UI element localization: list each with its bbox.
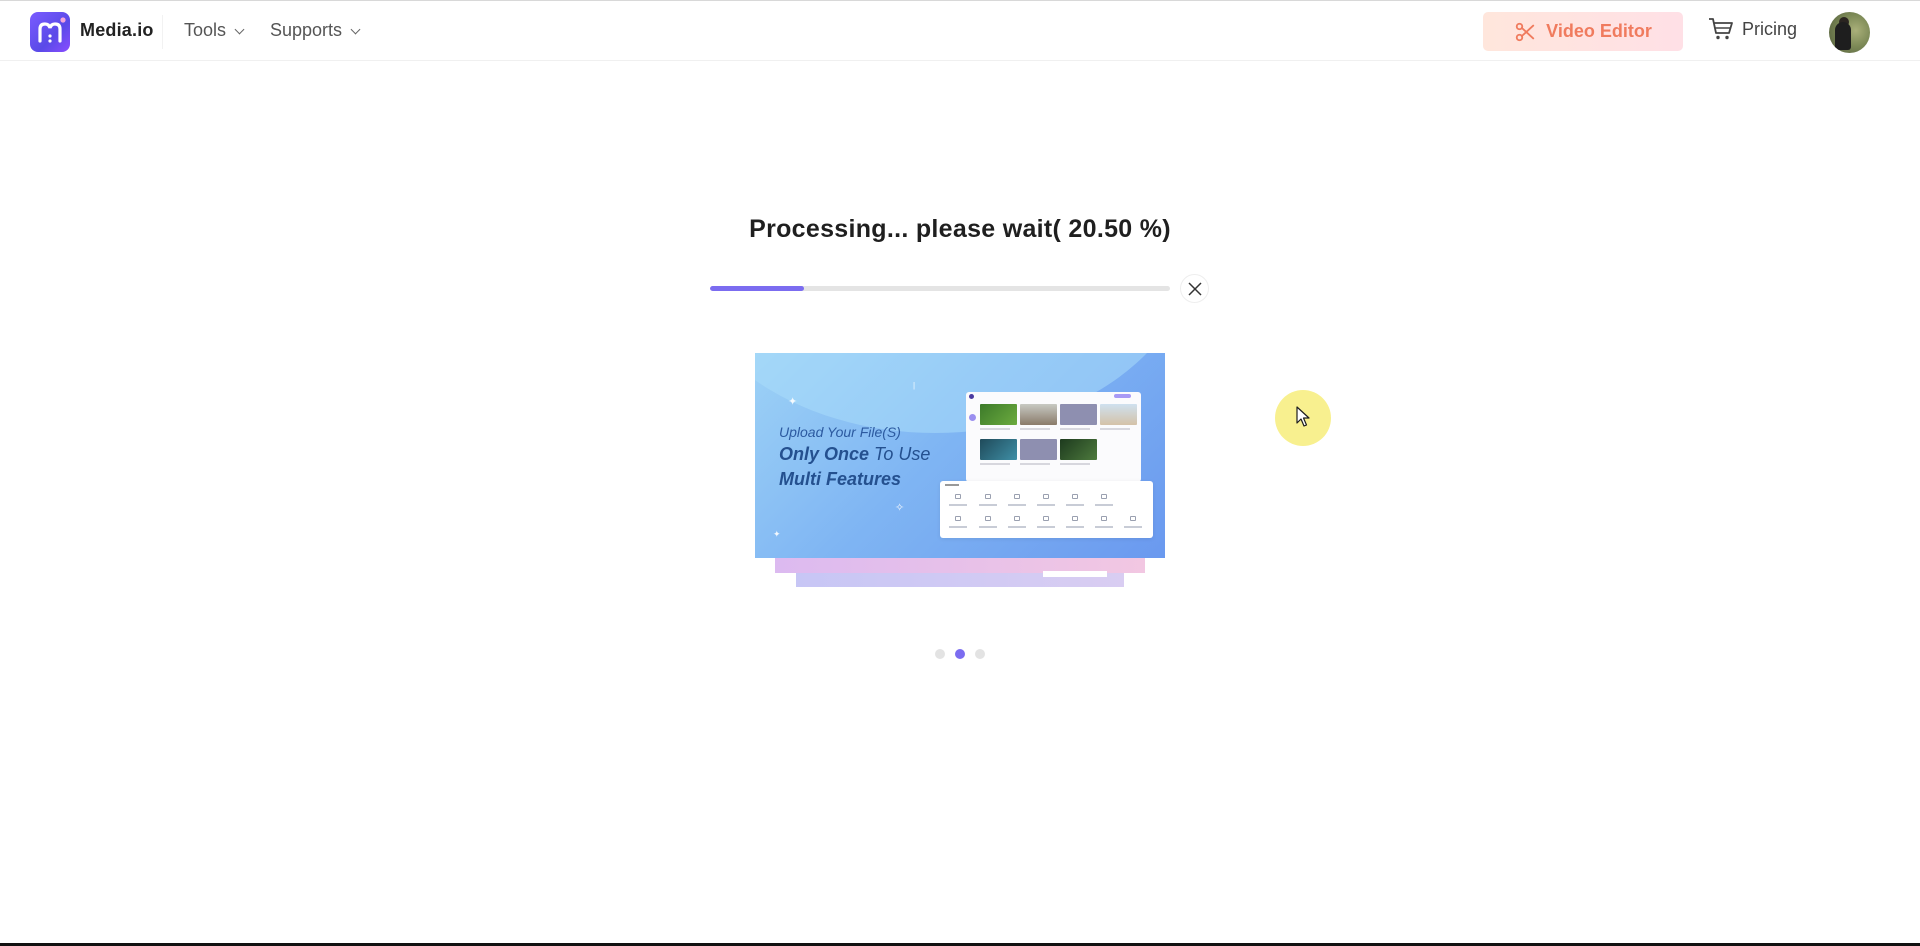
mock-feature-icon bbox=[985, 516, 991, 521]
mock-feature-label bbox=[1037, 526, 1055, 528]
carousel-dot-2[interactable] bbox=[955, 649, 965, 659]
mock-caption bbox=[980, 428, 1010, 430]
scissors-icon bbox=[1515, 22, 1535, 41]
mock-feature-label bbox=[979, 526, 997, 528]
mock-side-icon bbox=[969, 414, 976, 421]
mock-caption bbox=[1060, 463, 1090, 465]
top-nav-bar: Media.io Tools Supports Video Editor Pri… bbox=[0, 1, 1920, 61]
slide-text-line2: Only Once To Use bbox=[779, 444, 930, 465]
mock-thumb bbox=[1060, 439, 1097, 460]
slide-text-line1: Upload Your File(S) bbox=[779, 424, 901, 440]
mock-thumb bbox=[980, 404, 1017, 425]
slide-text-bold: Only Once bbox=[779, 444, 870, 464]
logo-m-icon bbox=[38, 17, 66, 43]
carousel-middle-slide bbox=[775, 557, 1145, 577]
video-editor-label: Video Editor bbox=[1546, 21, 1652, 41]
close-icon bbox=[1187, 281, 1202, 296]
mock-thumb bbox=[980, 439, 1017, 460]
mock-feature-icon bbox=[1072, 516, 1078, 521]
mock-feature-icon bbox=[955, 516, 961, 521]
mock-feature-icon bbox=[1043, 494, 1049, 499]
sparkle-icon: ✦ bbox=[773, 529, 781, 539]
nav-tools-menu[interactable]: Tools bbox=[184, 20, 245, 41]
mock-feature-label bbox=[1095, 526, 1113, 528]
mock-feature-label bbox=[1037, 504, 1055, 506]
progress-bar bbox=[710, 286, 1170, 291]
slide-app-mockup bbox=[966, 392, 1141, 482]
chevron-down-icon bbox=[234, 24, 245, 34]
processing-status-title: Processing... please wait( 20.50 %) bbox=[749, 215, 1171, 243]
pricing-link[interactable]: Pricing bbox=[1708, 17, 1797, 41]
chevron-down-icon bbox=[350, 24, 361, 34]
mock-feature-icon bbox=[1101, 516, 1107, 521]
mini-bar bbox=[1043, 571, 1107, 577]
nav-tools-label: Tools bbox=[184, 20, 227, 40]
mock-logo bbox=[969, 394, 974, 399]
sparkle-icon: ✦ bbox=[788, 396, 798, 408]
nav-supports-label: Supports bbox=[270, 20, 343, 40]
carousel-slide[interactable]: ✦ | ✧ ✦ Upload Your File(S) Only Once To… bbox=[755, 353, 1165, 558]
mock-feature-label bbox=[1095, 504, 1113, 506]
mock-feature-icon bbox=[1014, 494, 1020, 499]
mock-feature-icon bbox=[985, 494, 991, 499]
mock-feature-icon bbox=[1072, 494, 1078, 499]
mouse-pointer-icon bbox=[1296, 406, 1310, 427]
sparkle-icon: | bbox=[913, 381, 916, 390]
slide-features-panel bbox=[940, 481, 1153, 538]
cancel-processing-button[interactable] bbox=[1180, 274, 1209, 303]
slide-text-rest: To Use bbox=[869, 444, 931, 464]
mock-feature-label bbox=[1124, 526, 1142, 528]
cart-icon bbox=[1709, 18, 1733, 40]
mock-caption bbox=[980, 463, 1010, 465]
slide-text-line3: Multi Features bbox=[779, 469, 902, 489]
mock-caption bbox=[1060, 428, 1090, 430]
mock-feature-icon bbox=[1130, 516, 1136, 521]
avatar-photo-figure bbox=[1835, 22, 1851, 50]
video-editor-button[interactable]: Video Editor bbox=[1483, 12, 1683, 51]
brand-name[interactable]: Media.io bbox=[80, 20, 154, 41]
mock-feature-label bbox=[949, 504, 967, 506]
mock-feature-icon bbox=[1014, 516, 1020, 521]
mock-feature-label bbox=[1008, 526, 1026, 528]
mock-feature-label bbox=[949, 526, 967, 528]
mock-feature-label bbox=[1008, 504, 1026, 506]
nav-supports-menu[interactable]: Supports bbox=[270, 20, 361, 41]
mock-feature-icon bbox=[955, 494, 961, 499]
mock-panel-title bbox=[945, 484, 959, 486]
carousel-dot-1[interactable] bbox=[935, 649, 945, 659]
carousel-indicators bbox=[935, 649, 985, 659]
progress-bar-fill bbox=[710, 286, 805, 291]
mock-feature-icon bbox=[1043, 516, 1049, 521]
divider bbox=[162, 15, 163, 49]
mock-feature-label bbox=[979, 504, 997, 506]
pricing-label: Pricing bbox=[1742, 18, 1798, 39]
mock-feature-icon bbox=[1101, 494, 1107, 499]
mock-caption bbox=[1020, 463, 1050, 465]
mock-caption bbox=[1020, 428, 1050, 430]
user-avatar[interactable] bbox=[1829, 12, 1870, 53]
mock-thumb bbox=[1060, 404, 1097, 425]
cursor-highlight bbox=[1275, 390, 1331, 446]
mock-caption bbox=[1100, 428, 1130, 430]
mock-topbar bbox=[966, 392, 1141, 400]
sparkle-icon: ✧ bbox=[895, 502, 905, 514]
mock-thumb bbox=[1020, 439, 1057, 460]
mock-feature-label bbox=[1066, 526, 1084, 528]
carousel-dot-3[interactable] bbox=[975, 649, 985, 659]
mock-button bbox=[1114, 394, 1131, 398]
mock-thumb bbox=[1100, 404, 1137, 425]
media-io-logo[interactable] bbox=[30, 12, 70, 52]
mock-feature-label bbox=[1066, 504, 1084, 506]
mock-thumb bbox=[1020, 404, 1057, 425]
